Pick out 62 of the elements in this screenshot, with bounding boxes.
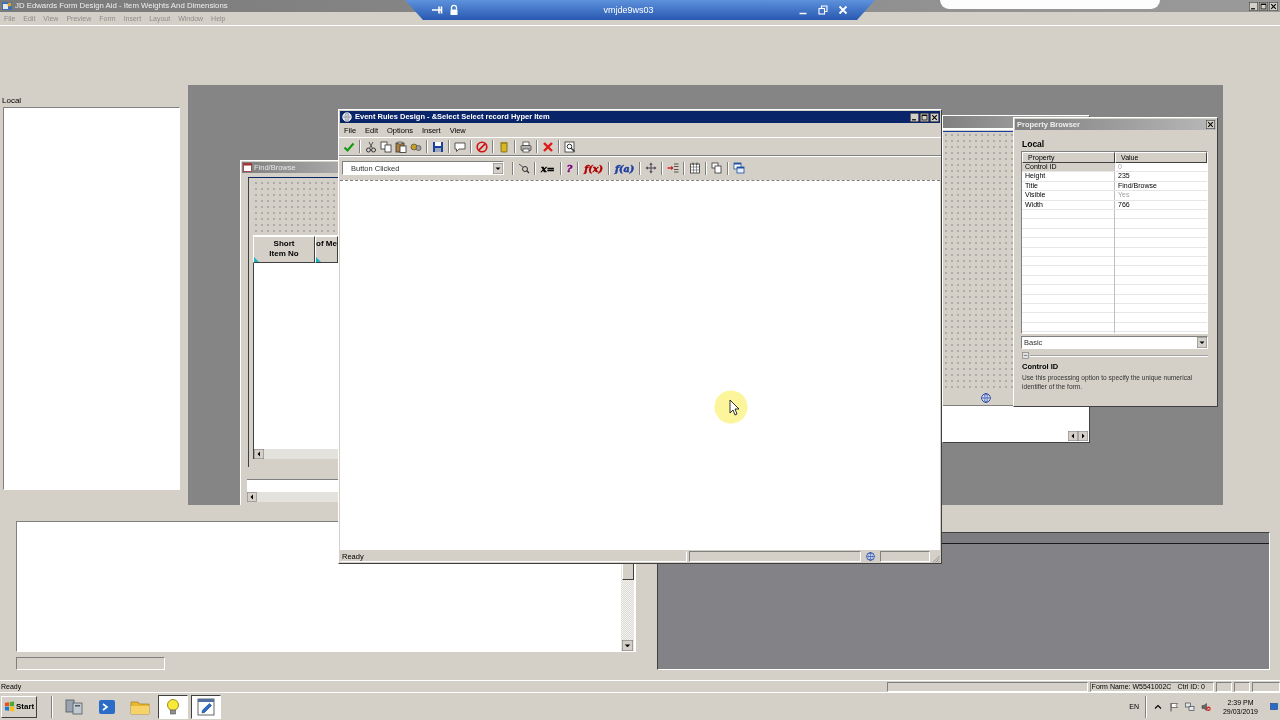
calendar-icon[interactable] [689,162,702,174]
restore-icon[interactable] [817,4,829,16]
globe-icon [342,112,352,122]
documents-icon[interactable] [711,162,724,174]
pin-icon[interactable] [431,4,443,16]
speech-bubble-icon[interactable] [454,140,466,153]
horizontal-scrollbar[interactable] [253,449,338,459]
windows-icon[interactable] [733,162,746,174]
lock-icon[interactable] [448,4,460,16]
panel-title: Local [2,96,23,107]
column-header[interactable]: Short Item No [253,236,315,263]
insert-arrow-icon[interactable] [667,162,680,174]
desktop-icon[interactable] [1270,701,1278,712]
column-header[interactable]: of Me [315,236,338,263]
gears-icon[interactable] [410,140,422,153]
corner-marker-icon [316,257,321,262]
collapse-icon[interactable] [1022,352,1029,359]
network-icon[interactable] [1184,701,1195,712]
search-icon[interactable] [518,162,530,174]
section-title: Local [1022,139,1046,150]
delete-icon[interactable] [542,140,554,153]
globe-icon [981,392,991,403]
horizontal-scrollbar[interactable] [247,492,338,502]
computers-icon [64,696,84,717]
minimize-icon[interactable] [910,112,919,122]
minimize-icon[interactable] [1249,1,1258,11]
check-icon[interactable] [343,140,355,153]
pointer-icon [714,390,748,424]
scissors-icon[interactable] [365,140,377,153]
start-button[interactable]: Start [1,695,37,718]
toolbar-glyph[interactable]: x= [540,162,556,174]
paste-icon[interactable] [395,140,407,153]
copy-icon[interactable] [380,140,392,153]
status-pane [1252,681,1280,692]
maximize-icon[interactable] [920,112,929,122]
globe-icon [866,552,875,561]
status-pane [1216,681,1232,692]
toolbar-glyph[interactable]: ? [565,162,574,174]
print-icon[interactable] [520,140,532,153]
search-icon[interactable] [564,140,576,153]
arrows-icon[interactable] [645,162,658,174]
taskbar-button[interactable] [158,694,188,719]
flag-icon[interactable] [1168,701,1179,712]
toolbar-glyph[interactable]: f(a) [613,162,636,174]
app-icon [2,1,12,11]
close-icon[interactable] [1206,120,1215,129]
flag-icon [4,701,15,712]
form-icon [243,163,252,172]
taskbar-button[interactable] [191,694,221,719]
close-icon[interactable] [930,112,939,122]
resize-grip-icon[interactable] [932,555,940,563]
close-icon[interactable] [1269,1,1278,11]
status-pane [880,551,930,562]
host-name: vmjde9ws03 [602,4,655,16]
status-pane [1234,681,1250,692]
speaker-muted-icon[interactable] [1200,701,1211,712]
corner-marker-icon [254,257,259,262]
no-entry-icon[interactable] [476,140,488,153]
save-icon[interactable] [432,140,444,153]
window-pencil-icon [196,696,216,717]
toolbar-glyph[interactable]: f(x) [583,162,604,174]
maximize-icon[interactable] [1259,1,1268,11]
